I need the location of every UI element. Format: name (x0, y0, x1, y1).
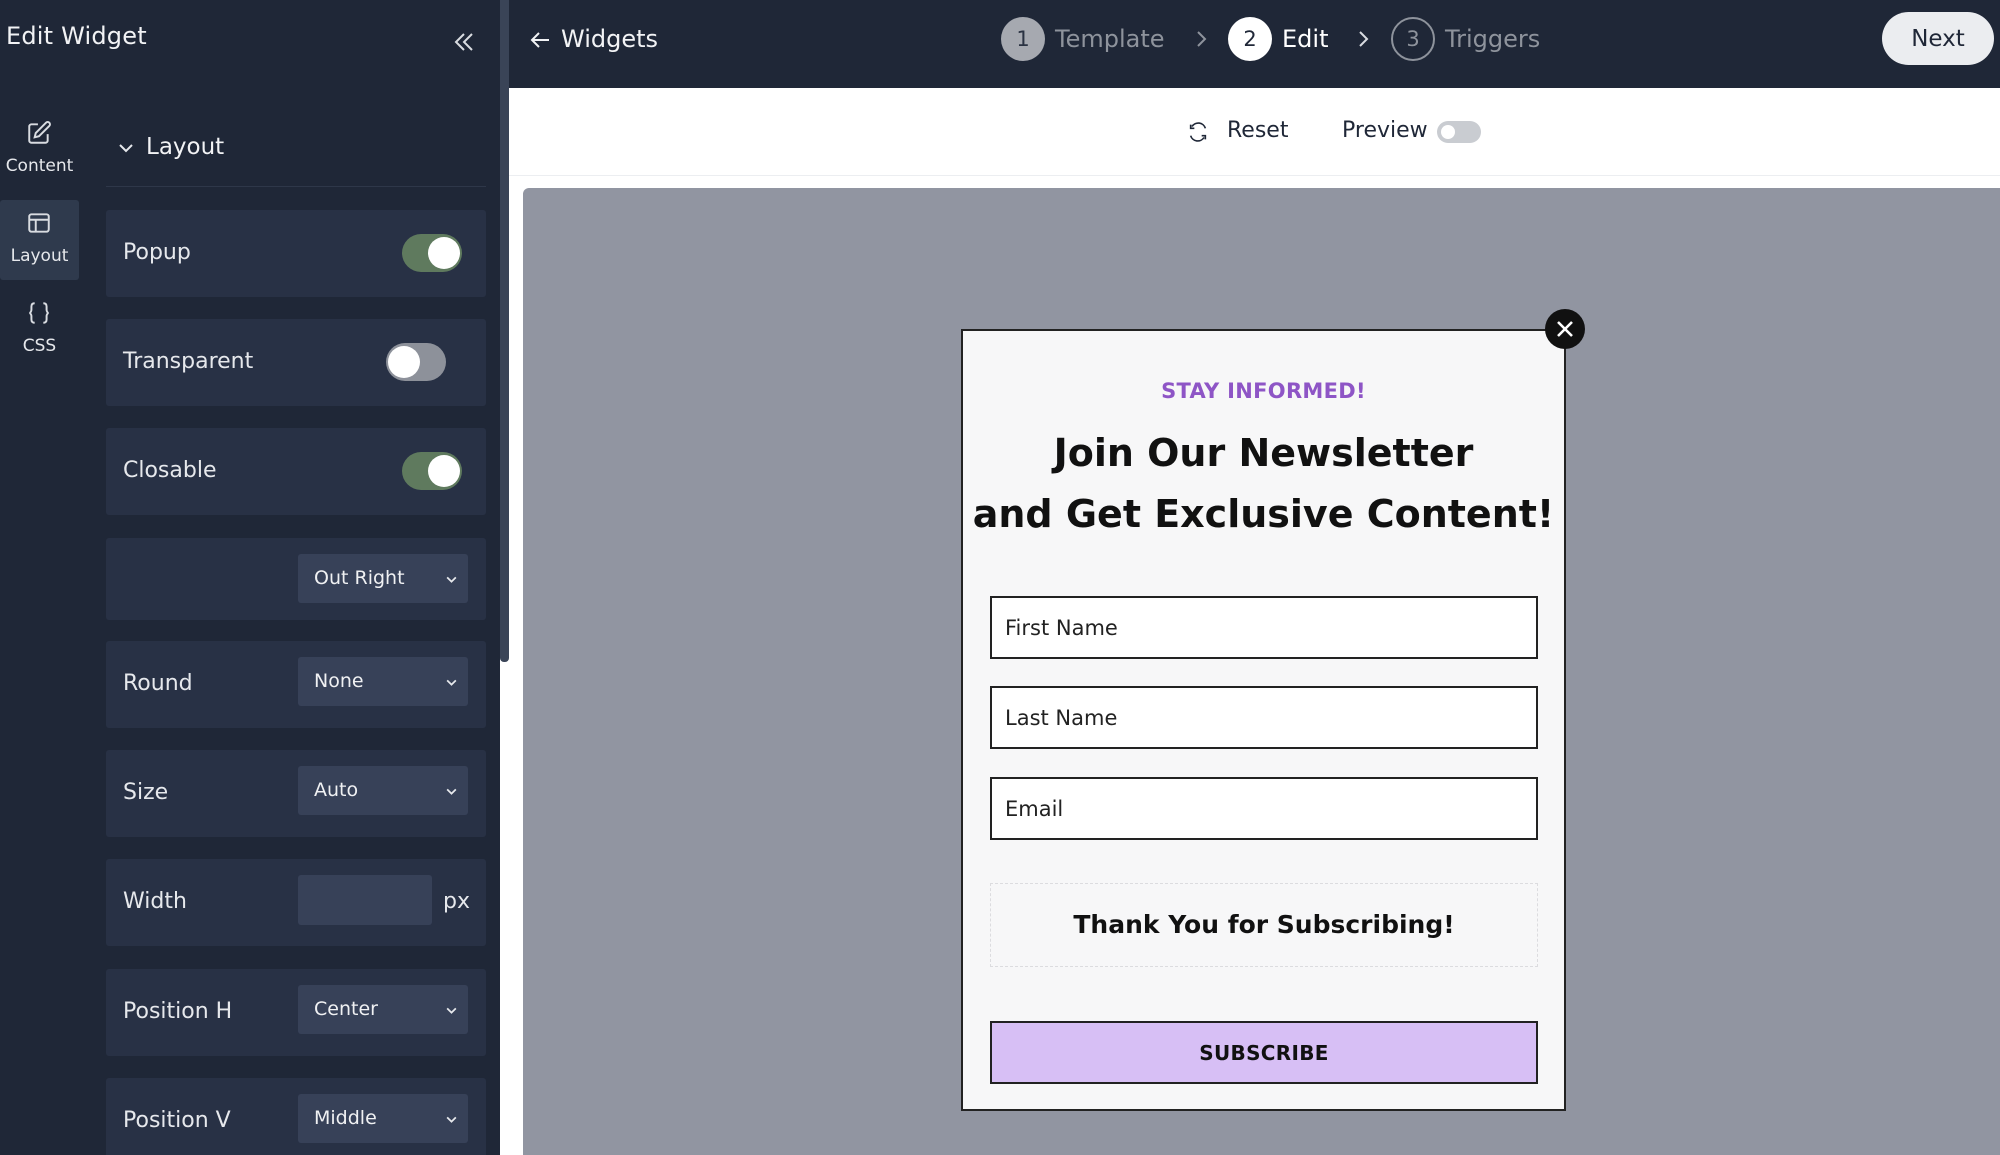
success-message: Thank You for Subscribing! (990, 883, 1538, 967)
rail-item-css[interactable]: CSS (0, 290, 79, 370)
closable-toggle[interactable] (402, 452, 462, 490)
select-value: Out Right (314, 567, 405, 589)
select-value: Auto (314, 779, 359, 801)
close-position-select[interactable]: Out Right (298, 554, 468, 603)
size-select[interactable]: Auto (298, 766, 468, 815)
popup-heading: Join Our Newsletter and Get Exclusive Co… (963, 423, 1564, 545)
chevron-down-icon (446, 1116, 457, 1123)
step-label: Edit (1282, 25, 1329, 53)
popup-toggle[interactable] (402, 234, 462, 272)
closable-row: Closable (106, 428, 486, 515)
transparent-toggle[interactable] (386, 343, 446, 381)
round-select[interactable]: None (298, 657, 468, 706)
position-v-row: Position V Middle (106, 1078, 486, 1155)
rail-item-content[interactable]: Content (0, 110, 79, 190)
rail-label: CSS (22, 336, 57, 356)
size-row: Size Auto (106, 750, 486, 837)
chevron-down-icon (446, 788, 457, 795)
chevron-down-icon (119, 144, 133, 153)
email-field[interactable] (990, 777, 1538, 840)
width-row: Width px (106, 859, 486, 946)
toggle-knob (428, 455, 460, 487)
newsletter-popup: STAY INFORMED! Join Our Newsletter and G… (961, 329, 1566, 1111)
toggle-knob (1441, 125, 1455, 139)
position-v-label: Position V (123, 1108, 231, 1133)
chevron-down-icon (446, 1007, 457, 1014)
last-name-field[interactable] (990, 686, 1538, 749)
preview-toggle[interactable] (1437, 121, 1481, 143)
preview-label: Preview (1342, 118, 1428, 143)
toggle-knob (428, 237, 460, 269)
position-h-label: Position H (123, 999, 233, 1024)
width-label: Width (123, 889, 187, 914)
braces-icon (29, 302, 49, 324)
edit-icon (28, 121, 51, 144)
width-unit: px (443, 889, 470, 914)
chevron-right-icon (1359, 31, 1369, 47)
select-value: None (314, 670, 364, 692)
size-label: Size (123, 780, 169, 805)
position-h-select[interactable]: Center (298, 985, 468, 1034)
popup-label: Popup (123, 240, 191, 265)
closable-label: Closable (123, 458, 217, 483)
first-name-field[interactable] (990, 596, 1538, 659)
select-value: Center (314, 998, 378, 1020)
back-label: Widgets (561, 25, 659, 53)
popup-eyebrow: STAY INFORMED! (1161, 379, 1366, 403)
sidebar-title: Edit Widget (6, 22, 147, 50)
width-input[interactable] (298, 875, 432, 925)
step-number: 3 (1391, 17, 1435, 61)
refresh-icon (1189, 122, 1207, 142)
section-divider (106, 186, 486, 187)
popup-heading-line-2: and Get Exclusive Content! (972, 492, 1555, 536)
section-title: Layout (146, 134, 225, 160)
close-icon (1557, 321, 1573, 337)
position-v-select[interactable]: Middle (298, 1094, 468, 1143)
arrow-left-icon (530, 32, 549, 48)
transparent-row: Transparent (106, 319, 486, 406)
step-label: Template (1055, 25, 1165, 53)
select-value: Middle (314, 1107, 377, 1129)
transparent-label: Transparent (123, 349, 254, 374)
round-row: Round None (106, 641, 486, 728)
step-number: 1 (1001, 17, 1045, 61)
popup-close-button[interactable] (1545, 309, 1585, 349)
popup-row: Popup (106, 210, 486, 297)
step-number: 2 (1228, 17, 1272, 61)
chevron-right-icon (1197, 31, 1207, 47)
sidebar-scrollbar-thumb[interactable] (500, 0, 509, 662)
reset-label: Reset (1227, 118, 1289, 143)
chevron-down-icon (446, 576, 457, 583)
collapse-panel-icon[interactable] (450, 28, 478, 56)
position-h-row: Position H Center (106, 969, 486, 1056)
toggle-knob (388, 346, 420, 378)
rail-item-layout[interactable]: Layout (0, 200, 79, 280)
chevron-down-icon (446, 679, 457, 686)
round-label: Round (123, 671, 193, 696)
top-bar: Widgets 1 Template 2 Edit 3 Triggers Nex… (509, 0, 2000, 88)
canvas-toolbar: Reset Preview (509, 88, 2000, 176)
rail-label: Content (5, 156, 74, 176)
close-position-row: Out Right (106, 538, 486, 620)
next-button[interactable]: Next (1882, 12, 1994, 65)
subscribe-button[interactable]: SUBSCRIBE (990, 1021, 1538, 1084)
rail-label: Layout (10, 246, 69, 266)
step-label: Triggers (1445, 25, 1541, 53)
layout-icon (28, 213, 50, 233)
popup-heading-line-1: Join Our Newsletter (1053, 431, 1474, 475)
editor-sidebar: Edit Widget Content Layout CSS Layout Po… (0, 0, 500, 1155)
